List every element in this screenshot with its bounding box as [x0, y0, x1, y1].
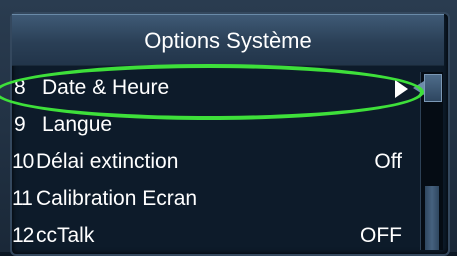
menu-item-delai-extinction[interactable]: 10 Délai extinction Off [12, 144, 412, 180]
header-bar: Options Système [12, 14, 444, 66]
menu-item-number: 9 [14, 113, 26, 136]
scrollbar-thumb[interactable] [425, 186, 439, 250]
menu-item-cctalk[interactable]: 12 ccTalk OFF [12, 218, 412, 254]
menu-item-calibration-ecran[interactable]: 11 Calibration Ecran [12, 181, 412, 217]
page-title: Options Système [144, 28, 312, 53]
scrollbar[interactable] [413, 72, 443, 250]
scroll-up-icon[interactable] [413, 74, 442, 102]
menu-item-number: 11 [12, 187, 33, 210]
menu-item-number: 12 [12, 224, 34, 247]
menu-item-value: Off [374, 150, 402, 173]
menu-item-value: OFF [360, 224, 402, 247]
selection-highlight-ellipse [0, 64, 424, 120]
menu-item-label: Délai extinction [36, 150, 179, 173]
menu-item-number: 10 [12, 150, 34, 173]
menu-item-label: ccTalk [36, 224, 95, 247]
menu-item-label: Calibration Ecran [36, 187, 198, 210]
